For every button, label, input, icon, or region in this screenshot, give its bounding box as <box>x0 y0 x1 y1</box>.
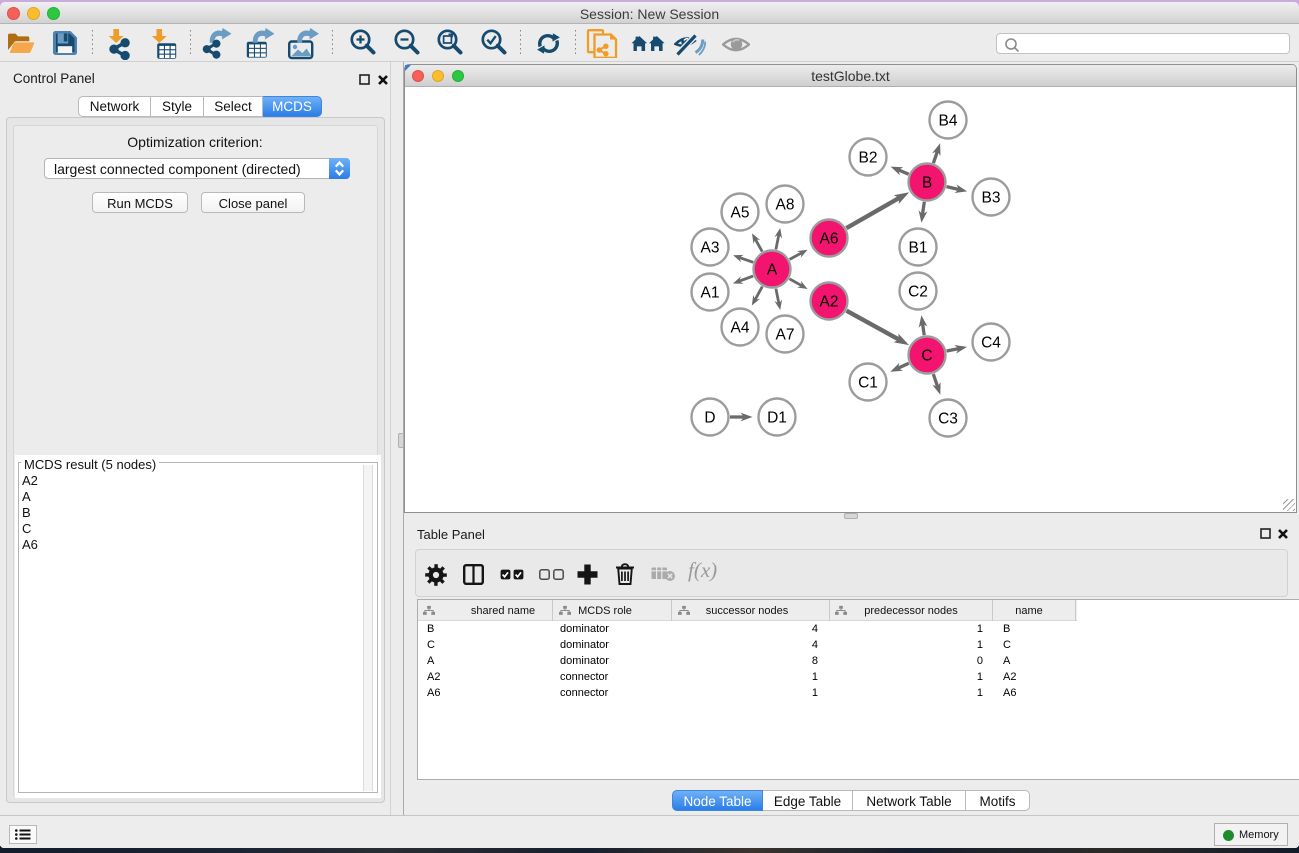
svg-text:B4: B4 <box>939 113 958 130</box>
svg-text:B2: B2 <box>859 150 878 167</box>
svg-text:B1: B1 <box>909 240 928 257</box>
svg-text:D: D <box>704 410 715 427</box>
svg-text:A7: A7 <box>776 327 795 344</box>
svg-text:C4: C4 <box>981 335 1001 352</box>
svg-text:A2: A2 <box>820 294 839 311</box>
svg-text:A5: A5 <box>731 205 750 222</box>
svg-text:B: B <box>922 175 932 192</box>
svg-text:C2: C2 <box>908 284 928 301</box>
svg-text:A6: A6 <box>820 231 839 248</box>
svg-text:A1: A1 <box>701 285 720 302</box>
svg-text:B3: B3 <box>982 190 1001 207</box>
svg-text:A: A <box>767 262 778 279</box>
svg-text:A8: A8 <box>776 197 795 214</box>
svg-text:D1: D1 <box>767 410 787 427</box>
svg-text:A4: A4 <box>731 320 750 337</box>
svg-text:C3: C3 <box>938 411 958 428</box>
svg-text:A3: A3 <box>701 240 720 257</box>
svg-text:C: C <box>921 348 932 365</box>
svg-text:C1: C1 <box>858 375 878 392</box>
